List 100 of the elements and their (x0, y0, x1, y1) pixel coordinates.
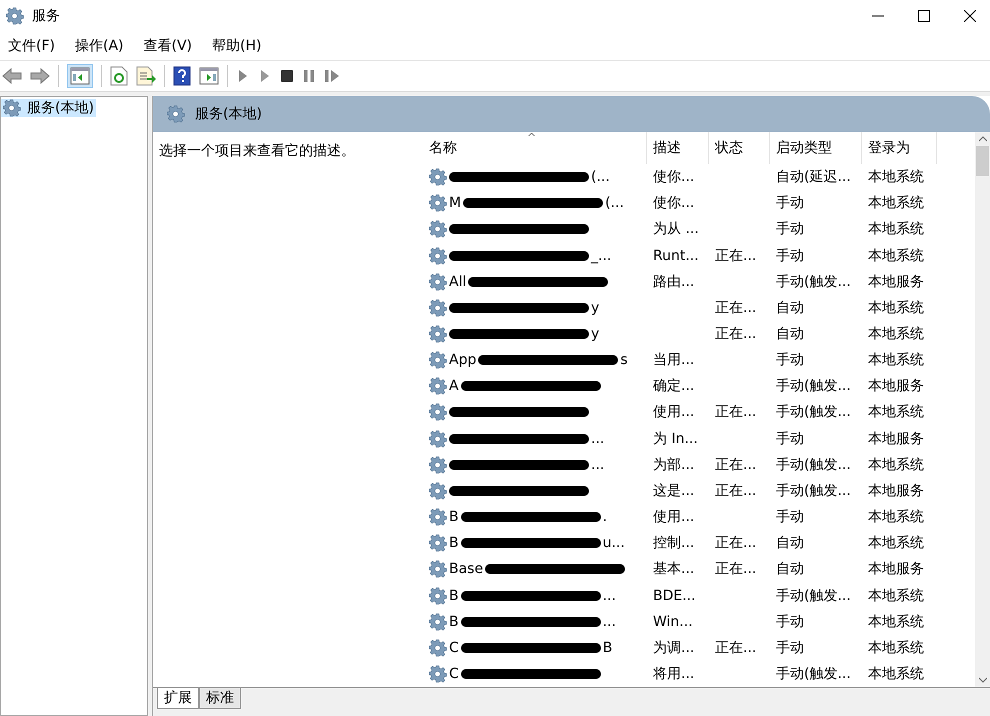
menu-item[interactable]: 帮助(H) (212, 37, 262, 55)
export-list-icon[interactable] (136, 66, 156, 86)
view-tab[interactable]: 标准 (199, 688, 241, 709)
scroll-up-icon[interactable] (978, 136, 986, 142)
table-cell: 手动(触发... (776, 403, 851, 422)
service-name: All (449, 274, 466, 290)
table-cell: 本地系统 (868, 456, 924, 474)
service-gear-icon (429, 324, 447, 343)
service-name: B (602, 640, 612, 656)
resume-icon[interactable] (324, 69, 340, 83)
service-gear-icon (429, 298, 447, 317)
pause-icon[interactable] (302, 69, 316, 83)
service-name: u... (602, 535, 625, 552)
table-cell: 将用... (653, 665, 694, 683)
menu-item[interactable]: 查看(V) (144, 37, 192, 55)
table-cell: 手动 (776, 220, 804, 238)
service-gear-icon (429, 168, 447, 186)
column-header[interactable]: 启动类型 (770, 132, 862, 164)
service-gear-icon (429, 482, 447, 500)
table-cell: 本地系统 (868, 612, 924, 631)
service-name: B (449, 535, 459, 552)
close-icon[interactable] (964, 10, 976, 22)
table-cell: 使你... (653, 194, 694, 212)
table-cell: 使用... (653, 403, 694, 422)
table-cell: 本地系统 (868, 665, 924, 683)
service-name: s (620, 352, 628, 368)
table-cell: 正在... (715, 298, 756, 317)
table-cell: 正在... (715, 560, 756, 578)
service-gear-icon (429, 456, 447, 474)
service-gear-icon (429, 612, 447, 631)
maximize-icon[interactable] (918, 10, 930, 22)
service-name: (... (591, 169, 610, 186)
menu-item[interactable]: 文件(F) (8, 37, 55, 55)
scroll-thumb[interactable] (976, 146, 989, 176)
app-gear-icon (6, 7, 24, 25)
table-cell: 当用... (653, 351, 694, 370)
description-text: 选择一个项目来查看它的描述。 (159, 143, 355, 159)
stop-icon[interactable] (280, 69, 294, 83)
table-cell: 正在... (715, 482, 756, 500)
table-cell: 手动 (776, 430, 804, 448)
tree-item[interactable]: 服务(本地) (1, 99, 96, 117)
forward-arrow-icon[interactable] (30, 68, 50, 84)
console-tree-toggle[interactable] (67, 64, 93, 88)
table-cell: 正在... (715, 403, 756, 422)
table-cell: 为部... (653, 456, 694, 474)
service-gear-icon (429, 272, 447, 291)
service-gear-icon (429, 403, 447, 422)
service-gear-icon (429, 586, 447, 605)
table-cell: 手动(触发... (776, 482, 851, 500)
service-gear-icon (429, 665, 447, 683)
back-arrow-icon[interactable] (2, 68, 22, 84)
service-gear-icon (429, 430, 447, 448)
service-name: . (602, 509, 608, 526)
window-pane-icon (70, 67, 90, 85)
table-cell: 手动(触发... (776, 377, 851, 396)
service-name: Base (449, 561, 484, 578)
table-cell: 手动(触发... (776, 586, 851, 605)
column-header[interactable]: 描述 (647, 132, 709, 164)
help-icon[interactable] (173, 66, 191, 86)
service-name: y (591, 326, 600, 342)
table-cell: 这是... (653, 482, 694, 500)
table-cell: 本地系统 (868, 586, 924, 605)
table-cell: 本地服务 (868, 482, 924, 500)
service-gear-icon (429, 508, 447, 526)
gear-icon (167, 105, 185, 123)
column-header[interactable]: 状态 (709, 132, 770, 164)
column-header[interactable]: ^ 名称 (423, 132, 647, 164)
scroll-down-icon[interactable] (978, 677, 986, 683)
table-cell: Win... (653, 614, 693, 630)
service-name: _... (591, 248, 612, 264)
table-cell: 本地系统 (868, 534, 924, 552)
service-gear-icon (429, 220, 447, 238)
service-name: (... (605, 195, 624, 212)
sort-caret: ^ (527, 132, 536, 144)
table-cell: 本地系统 (868, 403, 924, 422)
table-cell: 本地系统 (868, 220, 924, 238)
view-tab[interactable]: 扩展 (157, 688, 199, 709)
table-cell: 正在... (715, 534, 756, 552)
service-name: M (449, 195, 462, 212)
table-cell: Runt... (653, 248, 699, 264)
service-name: y (591, 300, 600, 316)
table-cell: 本地服务 (868, 430, 924, 448)
table-cell: 手动 (776, 638, 804, 657)
column-header[interactable]: 登录为 (862, 132, 937, 164)
menu-item[interactable]: 操作(A) (74, 37, 124, 55)
service-gear-icon (429, 560, 447, 578)
table-cell: 自动 (776, 298, 804, 317)
table-cell: 本地系统 (868, 508, 924, 526)
vertical-scrollbar[interactable] (975, 132, 990, 687)
table-cell: 确定... (653, 377, 694, 396)
service-gear-icon (429, 377, 447, 396)
table-cell: 路由... (653, 272, 694, 291)
table-cell: 手动(触发... (776, 272, 851, 291)
table-cell: 手动(触发... (776, 665, 851, 683)
table-cell: 本地服务 (868, 272, 924, 291)
table-cell: 正在... (715, 246, 756, 264)
refresh-icon[interactable] (110, 66, 128, 86)
table-cell: 手动 (776, 351, 804, 370)
window-pane-icon[interactable] (199, 67, 219, 85)
service-name: ... (602, 588, 616, 604)
